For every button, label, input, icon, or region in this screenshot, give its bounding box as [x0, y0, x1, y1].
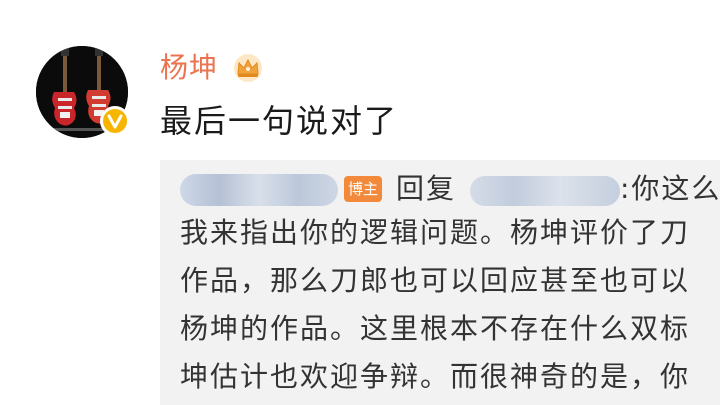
- blurred-reply-target: [470, 176, 620, 206]
- avatar-container[interactable]: [36, 46, 130, 138]
- quote-line: 作品，那么刀郎也可以回应甚至也可以: [180, 264, 691, 297]
- weibo-comment-screenshot: 杨坤 最后一句说对了 博主 回复 :你这么 我来指出你的逻辑问题。杨坤评价了刀 …: [0, 0, 720, 405]
- verified-v-icon: [100, 106, 130, 136]
- quote-line: 我来指出你的逻辑问题。杨坤评价了刀: [180, 216, 691, 249]
- blogger-badge: 博主: [344, 176, 382, 202]
- quote-first-line-text: :你这么: [620, 172, 720, 205]
- comment-text: 最后一句说对了: [160, 102, 399, 140]
- reply-label: 回复: [396, 172, 457, 205]
- blurred-author-name: [180, 174, 338, 206]
- quote-line: 杨坤的作品。这里根本不存在什么双标: [180, 312, 691, 345]
- crown-icon: [234, 54, 262, 82]
- quote-line: 坤估计也欢迎争辩。而很神奇的是，你: [180, 360, 691, 393]
- username[interactable]: 杨坤: [160, 50, 218, 86]
